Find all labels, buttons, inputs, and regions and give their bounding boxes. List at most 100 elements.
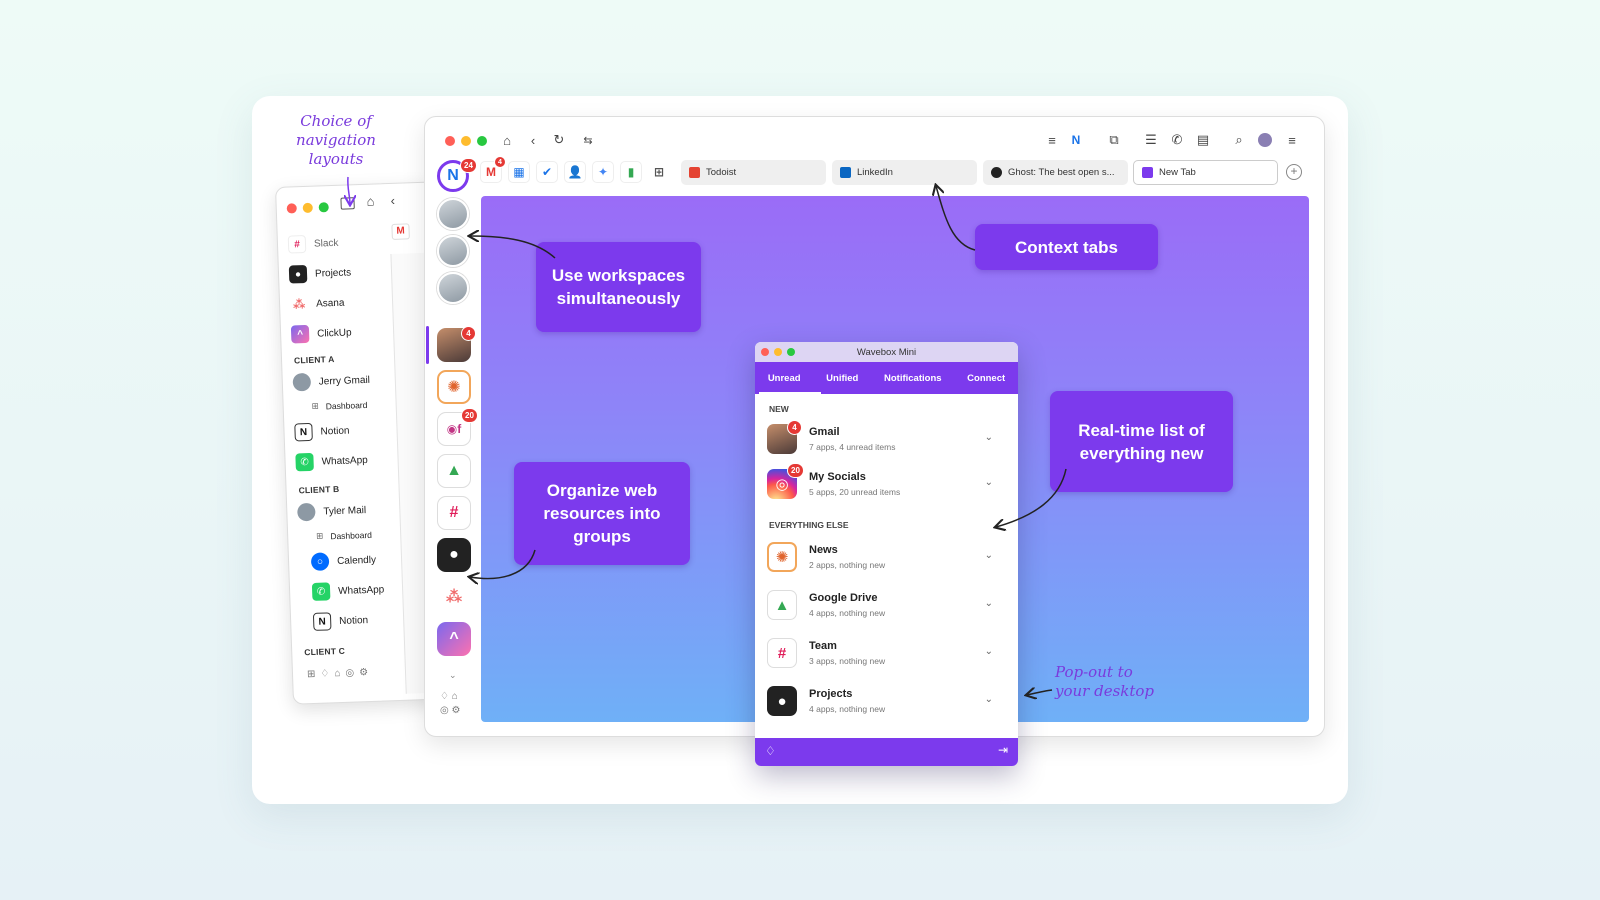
- tab-unread[interactable]: Unread: [768, 373, 801, 384]
- whatsapp-icon: ✆: [295, 452, 314, 472]
- grid-icon: ⊞: [311, 400, 319, 411]
- asana-icon: ⁂: [289, 294, 309, 314]
- sidebar-item-dashboard-b[interactable]: ⊞ Dashboard: [316, 529, 372, 542]
- notes-icon[interactable]: ▤: [1194, 131, 1212, 149]
- sidebar-item-notion-a[interactable]: N Notion: [294, 422, 350, 442]
- socials-badge: 20: [461, 408, 478, 423]
- tasks-icon[interactable]: ✔: [536, 161, 558, 183]
- github-icon: ●: [767, 686, 797, 716]
- back-icon[interactable]: ‹: [390, 193, 395, 208]
- chevron-down-icon[interactable]: ⌄: [985, 550, 993, 561]
- chat-icon[interactable]: ▮: [620, 161, 642, 183]
- sidebar-item-projects[interactable]: ● Projects: [288, 263, 352, 284]
- tab-notifications[interactable]: Notifications: [884, 373, 942, 384]
- linkedin-icon: [840, 167, 851, 178]
- slack-icon: #: [767, 638, 797, 668]
- phone-icon[interactable]: ✆: [1168, 131, 1186, 149]
- mini-window-controls[interactable]: [761, 348, 795, 356]
- drive-icon: ▲: [767, 590, 797, 620]
- sidebar-item-calendly[interactable]: ○ Calendly: [310, 551, 377, 571]
- github-icon: ●: [288, 264, 308, 284]
- bell-icon[interactable]: ♢: [765, 744, 776, 758]
- sidebar-toggle-icon[interactable]: [340, 197, 355, 210]
- list-item-projects[interactable]: ● Projects 4 apps, nothing new ⌄: [767, 682, 1007, 722]
- new-tab-icon: [1142, 167, 1153, 178]
- workspace-avatar-3[interactable]: [437, 272, 469, 304]
- browser-window-controls[interactable]: [445, 136, 487, 146]
- chevron-down-icon[interactable]: ⌄: [985, 646, 993, 657]
- tab-linkedin[interactable]: LinkedIn: [832, 160, 977, 185]
- sidebar-item-clickup[interactable]: ^ ClickUp: [290, 323, 352, 344]
- slack-icon[interactable]: #: [437, 496, 471, 530]
- rail-chevron-icon[interactable]: ⌄: [449, 670, 457, 681]
- gmail-badge: 4: [494, 156, 506, 168]
- list-item-gmail[interactable]: 4 Gmail 7 apps, 4 unread items ⌄: [767, 420, 1007, 460]
- back-icon[interactable]: ‹: [524, 131, 542, 149]
- active-indicator: [426, 326, 429, 364]
- notion-icon: N: [312, 612, 332, 631]
- clickup-icon: ^: [290, 324, 310, 344]
- section-new: NEW: [769, 404, 789, 414]
- list-item-my-socials[interactable]: ◎ 20 My Socials 5 apps, 20 unread items …: [767, 463, 1007, 505]
- tab-unified[interactable]: Unified: [826, 373, 858, 384]
- apps-grid-icon[interactable]: ⊞: [648, 161, 670, 183]
- menu-icon[interactable]: ≡: [1283, 131, 1301, 149]
- tab-new-tab[interactable]: New Tab: [1133, 160, 1278, 185]
- reload-icon[interactable]: ↻: [550, 131, 568, 149]
- list-item-team[interactable]: # Team 3 apps, nothing new ⌄: [767, 634, 1007, 674]
- workspace-avatar-1[interactable]: [437, 198, 469, 230]
- chevron-down-icon[interactable]: ⌄: [985, 477, 993, 488]
- chevron-down-icon[interactable]: ⌄: [985, 432, 993, 443]
- database-icon[interactable]: ☰: [1142, 131, 1160, 149]
- list-item-news[interactable]: ✺ News 2 apps, nothing new ⌄: [767, 538, 1007, 578]
- ghost-icon: [991, 167, 1002, 178]
- avatar-icon: [292, 372, 312, 392]
- home-icon[interactable]: ⌂: [498, 131, 516, 149]
- popout-icon[interactable]: ⇥: [998, 743, 1008, 757]
- mini-footer: ♢ ⇥: [755, 738, 1018, 766]
- extensions-icon[interactable]: ⧉: [1105, 131, 1123, 149]
- sidebar-footer-icons[interactable]: ⊞♢⌂◎⚙: [307, 667, 373, 680]
- add-tab-icon[interactable]: +: [1286, 164, 1302, 180]
- workspace-avatar-2[interactable]: [437, 235, 469, 267]
- sidebar-item-whatsapp-a[interactable]: ✆ WhatsApp: [295, 451, 368, 472]
- gmail-icon[interactable]: M: [391, 223, 410, 240]
- settings-icon[interactable]: ⇆: [579, 131, 597, 149]
- window-controls: [286, 202, 329, 214]
- sidebar-item-dashboard-a[interactable]: ⊞ Dashboard: [311, 399, 367, 412]
- todoist-icon: [689, 167, 700, 178]
- callout-workspaces: Use workspaces simultaneously: [536, 242, 701, 332]
- sidebar-item-notion-b[interactable]: N Notion: [312, 611, 369, 631]
- rail-footer-icons[interactable]: ♢ ⌂ ◎ ⚙: [440, 690, 470, 718]
- callout-realtime: Real-time list of everything new: [1050, 391, 1233, 492]
- callout-organize: Organize web resources into groups: [514, 462, 690, 565]
- tab-todoist[interactable]: Todoist: [681, 160, 826, 185]
- chevron-down-icon[interactable]: ⌄: [985, 598, 993, 609]
- profile-icon[interactable]: [1256, 131, 1274, 149]
- gemini-icon[interactable]: ✦: [592, 161, 614, 183]
- news-icon[interactable]: ✺: [437, 370, 471, 404]
- section-everything-else: EVERYTHING ELSE: [769, 520, 849, 530]
- asana-icon[interactable]: ⁂: [437, 580, 471, 614]
- github-icon[interactable]: ●: [437, 538, 471, 572]
- sidebar-item-slack[interactable]: # Slack: [287, 234, 339, 254]
- tab-connect[interactable]: Connect: [967, 373, 1005, 384]
- chevron-down-icon[interactable]: ⌄: [985, 694, 993, 705]
- list-item-google-drive[interactable]: ▲ Google Drive 4 apps, nothing new ⌄: [767, 586, 1007, 626]
- sidebar-item-tyler-mail[interactable]: Tyler Mail: [297, 501, 366, 522]
- mini-title: Wavebox Mini: [856, 346, 917, 358]
- socials-unread-badge: 20: [787, 463, 804, 478]
- stack-icon[interactable]: ≡: [1043, 131, 1061, 149]
- contacts-icon[interactable]: 👤: [564, 161, 586, 183]
- home-icon[interactable]: ⌂: [366, 194, 374, 209]
- tab-ghost[interactable]: Ghost: The best open s...: [983, 160, 1128, 185]
- notion-mini-icon[interactable]: N: [1067, 131, 1085, 149]
- mini-titlebar: Wavebox Mini: [755, 342, 1018, 362]
- search-icon[interactable]: ⌕: [1230, 131, 1248, 149]
- clickup-icon[interactable]: ^: [437, 622, 471, 656]
- sidebar-item-whatsapp-b[interactable]: ✆ WhatsApp: [311, 580, 385, 601]
- sidebar-item-asana[interactable]: ⁂ Asana: [289, 294, 345, 314]
- sidebar-item-jerry-gmail[interactable]: Jerry Gmail: [292, 371, 371, 392]
- drive-icon[interactable]: ▲: [437, 454, 471, 488]
- calendar-icon[interactable]: ▦: [508, 161, 530, 183]
